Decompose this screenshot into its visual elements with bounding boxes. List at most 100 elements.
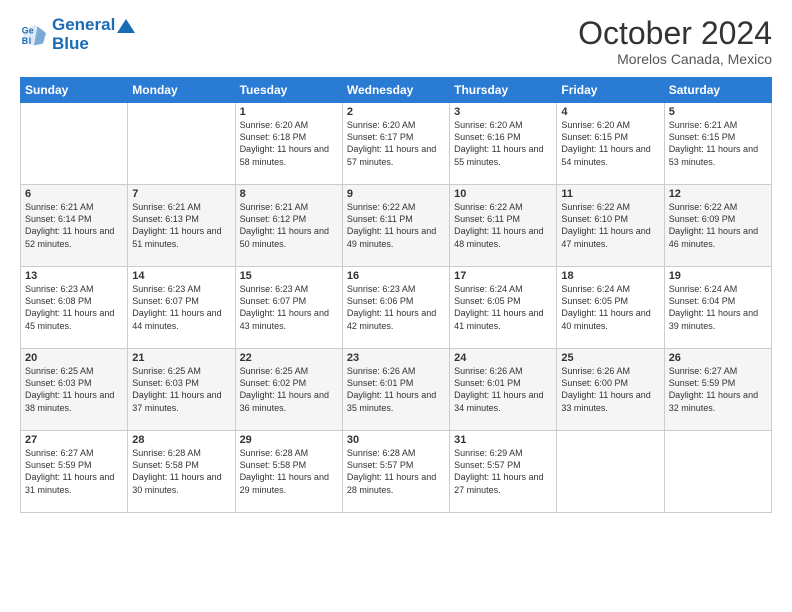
svg-text:G: G [22,25,29,35]
day-number: 10 [454,188,552,200]
calendar-cell: 23Sunrise: 6:26 AM Sunset: 6:01 PM Dayli… [342,349,449,431]
calendar-cell: 9Sunrise: 6:22 AM Sunset: 6:11 PM Daylig… [342,185,449,267]
day-info: Sunrise: 6:20 AM Sunset: 6:16 PM Dayligh… [454,119,552,168]
calendar-cell: 7Sunrise: 6:21 AM Sunset: 6:13 PM Daylig… [128,185,235,267]
day-info: Sunrise: 6:22 AM Sunset: 6:11 PM Dayligh… [454,201,552,250]
day-info: Sunrise: 6:25 AM Sunset: 6:03 PM Dayligh… [132,365,230,414]
day-number: 11 [561,188,659,200]
day-number: 15 [240,270,338,282]
calendar-cell: 5Sunrise: 6:21 AM Sunset: 6:15 PM Daylig… [664,103,771,185]
day-number: 22 [240,352,338,364]
day-number: 17 [454,270,552,282]
day-number: 5 [669,106,767,118]
calendar-cell: 13Sunrise: 6:23 AM Sunset: 6:08 PM Dayli… [21,267,128,349]
day-number: 25 [561,352,659,364]
col-tuesday: Tuesday [235,78,342,103]
calendar-cell: 18Sunrise: 6:24 AM Sunset: 6:05 PM Dayli… [557,267,664,349]
title-block: October 2024 Morelos Canada, Mexico [578,16,772,67]
header: G e B l General Blue October 2024 Morelo… [20,16,772,67]
day-info: Sunrise: 6:25 AM Sunset: 6:03 PM Dayligh… [25,365,123,414]
day-number: 27 [25,434,123,446]
calendar-cell: 10Sunrise: 6:22 AM Sunset: 6:11 PM Dayli… [450,185,557,267]
day-number: 12 [669,188,767,200]
logo-text: General Blue [52,16,135,53]
day-number: 20 [25,352,123,364]
day-info: Sunrise: 6:25 AM Sunset: 6:02 PM Dayligh… [240,365,338,414]
calendar-cell: 30Sunrise: 6:28 AM Sunset: 5:57 PM Dayli… [342,431,449,513]
day-info: Sunrise: 6:26 AM Sunset: 6:01 PM Dayligh… [347,365,445,414]
calendar-cell: 1Sunrise: 6:20 AM Sunset: 6:18 PM Daylig… [235,103,342,185]
calendar-cell: 21Sunrise: 6:25 AM Sunset: 6:03 PM Dayli… [128,349,235,431]
day-info: Sunrise: 6:24 AM Sunset: 6:04 PM Dayligh… [669,283,767,332]
day-info: Sunrise: 6:20 AM Sunset: 6:17 PM Dayligh… [347,119,445,168]
svg-text:e: e [29,25,34,35]
day-info: Sunrise: 6:23 AM Sunset: 6:08 PM Dayligh… [25,283,123,332]
day-number: 31 [454,434,552,446]
calendar-cell: 16Sunrise: 6:23 AM Sunset: 6:06 PM Dayli… [342,267,449,349]
calendar-cell: 31Sunrise: 6:29 AM Sunset: 5:57 PM Dayli… [450,431,557,513]
calendar-cell: 28Sunrise: 6:28 AM Sunset: 5:58 PM Dayli… [128,431,235,513]
day-number: 21 [132,352,230,364]
day-number: 30 [347,434,445,446]
day-info: Sunrise: 6:20 AM Sunset: 6:15 PM Dayligh… [561,119,659,168]
calendar-week-5: 27Sunrise: 6:27 AM Sunset: 5:59 PM Dayli… [21,431,772,513]
day-number: 14 [132,270,230,282]
day-info: Sunrise: 6:28 AM Sunset: 5:57 PM Dayligh… [347,447,445,496]
day-info: Sunrise: 6:24 AM Sunset: 6:05 PM Dayligh… [454,283,552,332]
day-info: Sunrise: 6:21 AM Sunset: 6:12 PM Dayligh… [240,201,338,250]
calendar-cell: 8Sunrise: 6:21 AM Sunset: 6:12 PM Daylig… [235,185,342,267]
day-info: Sunrise: 6:24 AM Sunset: 6:05 PM Dayligh… [561,283,659,332]
svg-text:B: B [22,35,28,45]
day-info: Sunrise: 6:26 AM Sunset: 6:00 PM Dayligh… [561,365,659,414]
calendar-cell: 14Sunrise: 6:23 AM Sunset: 6:07 PM Dayli… [128,267,235,349]
day-info: Sunrise: 6:20 AM Sunset: 6:18 PM Dayligh… [240,119,338,168]
calendar-cell: 3Sunrise: 6:20 AM Sunset: 6:16 PM Daylig… [450,103,557,185]
logo-icon: G e B l [20,21,48,49]
calendar-week-4: 20Sunrise: 6:25 AM Sunset: 6:03 PM Dayli… [21,349,772,431]
calendar-cell: 29Sunrise: 6:28 AM Sunset: 5:58 PM Dayli… [235,431,342,513]
day-info: Sunrise: 6:22 AM Sunset: 6:10 PM Dayligh… [561,201,659,250]
calendar-cell: 24Sunrise: 6:26 AM Sunset: 6:01 PM Dayli… [450,349,557,431]
day-number: 28 [132,434,230,446]
calendar-cell: 4Sunrise: 6:20 AM Sunset: 6:15 PM Daylig… [557,103,664,185]
day-number: 16 [347,270,445,282]
day-number: 6 [25,188,123,200]
svg-text:l: l [29,35,31,45]
day-number: 7 [132,188,230,200]
day-info: Sunrise: 6:27 AM Sunset: 5:59 PM Dayligh… [669,365,767,414]
day-info: Sunrise: 6:21 AM Sunset: 6:14 PM Dayligh… [25,201,123,250]
col-monday: Monday [128,78,235,103]
calendar-cell: 12Sunrise: 6:22 AM Sunset: 6:09 PM Dayli… [664,185,771,267]
calendar-cell: 25Sunrise: 6:26 AM Sunset: 6:00 PM Dayli… [557,349,664,431]
day-info: Sunrise: 6:28 AM Sunset: 5:58 PM Dayligh… [240,447,338,496]
day-number: 4 [561,106,659,118]
calendar-cell [664,431,771,513]
calendar-cell: 26Sunrise: 6:27 AM Sunset: 5:59 PM Dayli… [664,349,771,431]
col-thursday: Thursday [450,78,557,103]
col-wednesday: Wednesday [342,78,449,103]
calendar-cell [128,103,235,185]
day-number: 19 [669,270,767,282]
calendar-table: Sunday Monday Tuesday Wednesday Thursday… [20,77,772,513]
day-number: 3 [454,106,552,118]
day-number: 9 [347,188,445,200]
calendar-week-1: 1Sunrise: 6:20 AM Sunset: 6:18 PM Daylig… [21,103,772,185]
month-title: October 2024 [578,16,772,51]
page: G e B l General Blue October 2024 Morelo… [0,0,792,612]
day-info: Sunrise: 6:28 AM Sunset: 5:58 PM Dayligh… [132,447,230,496]
day-info: Sunrise: 6:22 AM Sunset: 6:09 PM Dayligh… [669,201,767,250]
calendar-cell: 11Sunrise: 6:22 AM Sunset: 6:10 PM Dayli… [557,185,664,267]
calendar-cell [21,103,128,185]
calendar-cell: 19Sunrise: 6:24 AM Sunset: 6:04 PM Dayli… [664,267,771,349]
calendar-week-2: 6Sunrise: 6:21 AM Sunset: 6:14 PM Daylig… [21,185,772,267]
day-info: Sunrise: 6:22 AM Sunset: 6:11 PM Dayligh… [347,201,445,250]
day-number: 29 [240,434,338,446]
calendar-cell: 27Sunrise: 6:27 AM Sunset: 5:59 PM Dayli… [21,431,128,513]
day-info: Sunrise: 6:26 AM Sunset: 6:01 PM Dayligh… [454,365,552,414]
day-info: Sunrise: 6:29 AM Sunset: 5:57 PM Dayligh… [454,447,552,496]
day-number: 23 [347,352,445,364]
calendar-cell: 2Sunrise: 6:20 AM Sunset: 6:17 PM Daylig… [342,103,449,185]
day-number: 18 [561,270,659,282]
calendar-cell: 17Sunrise: 6:24 AM Sunset: 6:05 PM Dayli… [450,267,557,349]
day-info: Sunrise: 6:27 AM Sunset: 5:59 PM Dayligh… [25,447,123,496]
